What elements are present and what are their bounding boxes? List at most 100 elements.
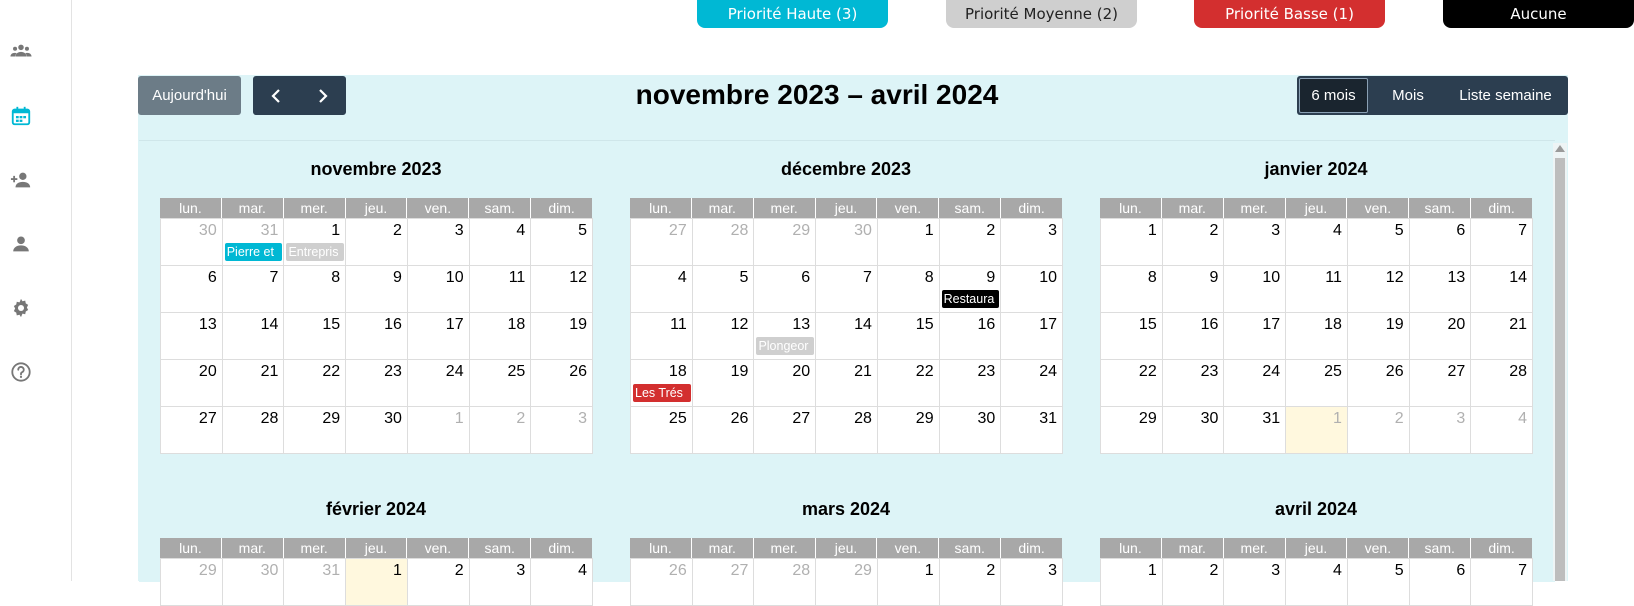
- day-cell[interactable]: 19: [692, 360, 755, 407]
- day-cell[interactable]: 7: [816, 266, 878, 313]
- day-cell[interactable]: 27: [161, 407, 223, 454]
- day-cell[interactable]: 6: [161, 266, 223, 313]
- day-cell[interactable]: 12: [1347, 266, 1410, 313]
- calendar-event[interactable]: Pierre et: [224, 243, 283, 261]
- day-cell[interactable]: 27: [1409, 360, 1472, 407]
- add-user-icon[interactable]: [8, 167, 34, 193]
- day-cell[interactable]: 21: [816, 360, 878, 407]
- day-cell[interactable]: 3: [407, 219, 470, 266]
- day-cell[interactable]: 14: [1471, 266, 1534, 313]
- day-cell[interactable]: 1: [877, 219, 940, 266]
- day-cell[interactable]: 30: [161, 219, 223, 266]
- day-cell[interactable]: 2: [407, 559, 470, 606]
- day-cell[interactable]: 1: [1101, 219, 1163, 266]
- day-cell[interactable]: 5: [1347, 219, 1410, 266]
- day-cell[interactable]: 28: [692, 219, 755, 266]
- day-cell[interactable]: 29: [816, 559, 878, 606]
- day-cell[interactable]: 9 Restaura: [939, 266, 1002, 313]
- help-icon[interactable]: [8, 359, 34, 385]
- gear-icon[interactable]: [8, 295, 34, 321]
- day-cell[interactable]: 3: [1409, 407, 1472, 454]
- day-cell[interactable]: 10: [1001, 266, 1064, 313]
- day-cell[interactable]: 29: [284, 407, 347, 454]
- day-cell[interactable]: 30: [1162, 407, 1225, 454]
- day-cell[interactable]: 16: [939, 313, 1002, 360]
- day-cell[interactable]: 28: [1471, 360, 1534, 407]
- day-cell[interactable]: 23: [1162, 360, 1225, 407]
- day-cell[interactable]: 18: [469, 313, 532, 360]
- day-cell[interactable]: 4: [469, 219, 532, 266]
- day-cell[interactable]: 21: [222, 360, 285, 407]
- day-cell[interactable]: 13 Plongeor: [754, 313, 817, 360]
- day-cell[interactable]: 22: [877, 360, 940, 407]
- calendar-event[interactable]: Les Trés: [633, 384, 691, 402]
- day-cell[interactable]: 8: [284, 266, 347, 313]
- day-cell[interactable]: 12: [531, 266, 594, 313]
- day-cell[interactable]: 25: [469, 360, 532, 407]
- day-cell[interactable]: 16: [1162, 313, 1225, 360]
- priority-filter-0[interactable]: Priorité Haute (3): [697, 0, 888, 28]
- priority-filter-2[interactable]: Priorité Basse (1): [1194, 0, 1385, 28]
- day-cell[interactable]: 30: [346, 407, 408, 454]
- day-cell[interactable]: 2: [1162, 559, 1225, 606]
- day-cell[interactable]: 11: [631, 313, 693, 360]
- day-cell[interactable]: 26: [531, 360, 594, 407]
- day-cell[interactable]: 9: [1162, 266, 1225, 313]
- view-week-list-button[interactable]: Liste semaine: [1445, 76, 1566, 115]
- day-cell[interactable]: 3: [1224, 559, 1287, 606]
- day-cell[interactable]: 15: [877, 313, 940, 360]
- day-cell[interactable]: 4: [1471, 407, 1534, 454]
- calendar-event[interactable]: Restaura: [941, 290, 1000, 308]
- day-cell[interactable]: 2: [939, 219, 1002, 266]
- users-icon[interactable]: [8, 38, 34, 64]
- day-cell[interactable]: 1: [407, 407, 470, 454]
- day-cell[interactable]: 15: [1101, 313, 1163, 360]
- day-cell[interactable]: 1: [877, 559, 940, 606]
- day-cell[interactable]: 28: [754, 559, 817, 606]
- day-cell[interactable]: 2: [1162, 219, 1225, 266]
- day-cell[interactable]: 6: [1409, 219, 1472, 266]
- scroll-up-arrow-icon[interactable]: [1555, 145, 1565, 152]
- day-cell[interactable]: 29: [161, 559, 223, 606]
- day-cell[interactable]: 6: [1409, 559, 1472, 606]
- priority-filter-3[interactable]: Aucune: [1443, 0, 1634, 28]
- scrollbar-thumb[interactable]: [1555, 158, 1565, 581]
- day-cell[interactable]: 28: [816, 407, 878, 454]
- day-cell[interactable]: 26: [692, 407, 755, 454]
- day-cell[interactable]: 3: [1001, 219, 1064, 266]
- day-cell[interactable]: 27: [692, 559, 755, 606]
- day-cell[interactable]: 4: [1286, 559, 1348, 606]
- day-cell[interactable]: 29: [1101, 407, 1163, 454]
- day-cell[interactable]: 29: [877, 407, 940, 454]
- day-cell[interactable]: 31: [284, 559, 347, 606]
- day-cell[interactable]: 7: [222, 266, 285, 313]
- day-cell[interactable]: 5: [531, 219, 594, 266]
- day-cell[interactable]: 8: [877, 266, 940, 313]
- day-cell[interactable]: 18: [1286, 313, 1348, 360]
- view-6-months-button[interactable]: 6 mois: [1299, 78, 1368, 113]
- day-cell[interactable]: 22: [284, 360, 347, 407]
- day-cell[interactable]: 24: [1224, 360, 1287, 407]
- day-cell[interactable]: 6: [754, 266, 817, 313]
- day-cell[interactable]: 4: [531, 559, 594, 606]
- day-cell[interactable]: 20: [754, 360, 817, 407]
- day-cell[interactable]: 21: [1471, 313, 1534, 360]
- day-cell[interactable]: 27: [631, 219, 693, 266]
- day-cell[interactable]: 4: [1286, 219, 1348, 266]
- day-cell[interactable]: 1 Entrepris: [284, 219, 347, 266]
- day-cell[interactable]: 11: [1286, 266, 1348, 313]
- day-cell[interactable]: 2: [1347, 407, 1410, 454]
- day-cell[interactable]: 20: [161, 360, 223, 407]
- day-cell[interactable]: 17: [1224, 313, 1287, 360]
- day-cell[interactable]: 19: [1347, 313, 1410, 360]
- day-cell[interactable]: 20: [1409, 313, 1472, 360]
- day-cell[interactable]: 14: [222, 313, 285, 360]
- day-cell[interactable]: 15: [284, 313, 347, 360]
- day-cell[interactable]: 2: [346, 219, 408, 266]
- day-cell[interactable]: 30: [816, 219, 878, 266]
- day-cell[interactable]: 12: [692, 313, 755, 360]
- day-cell[interactable]: 23: [346, 360, 408, 407]
- day-cell[interactable]: 17: [407, 313, 470, 360]
- day-cell[interactable]: 17: [1001, 313, 1064, 360]
- day-cell[interactable]: 23: [939, 360, 1002, 407]
